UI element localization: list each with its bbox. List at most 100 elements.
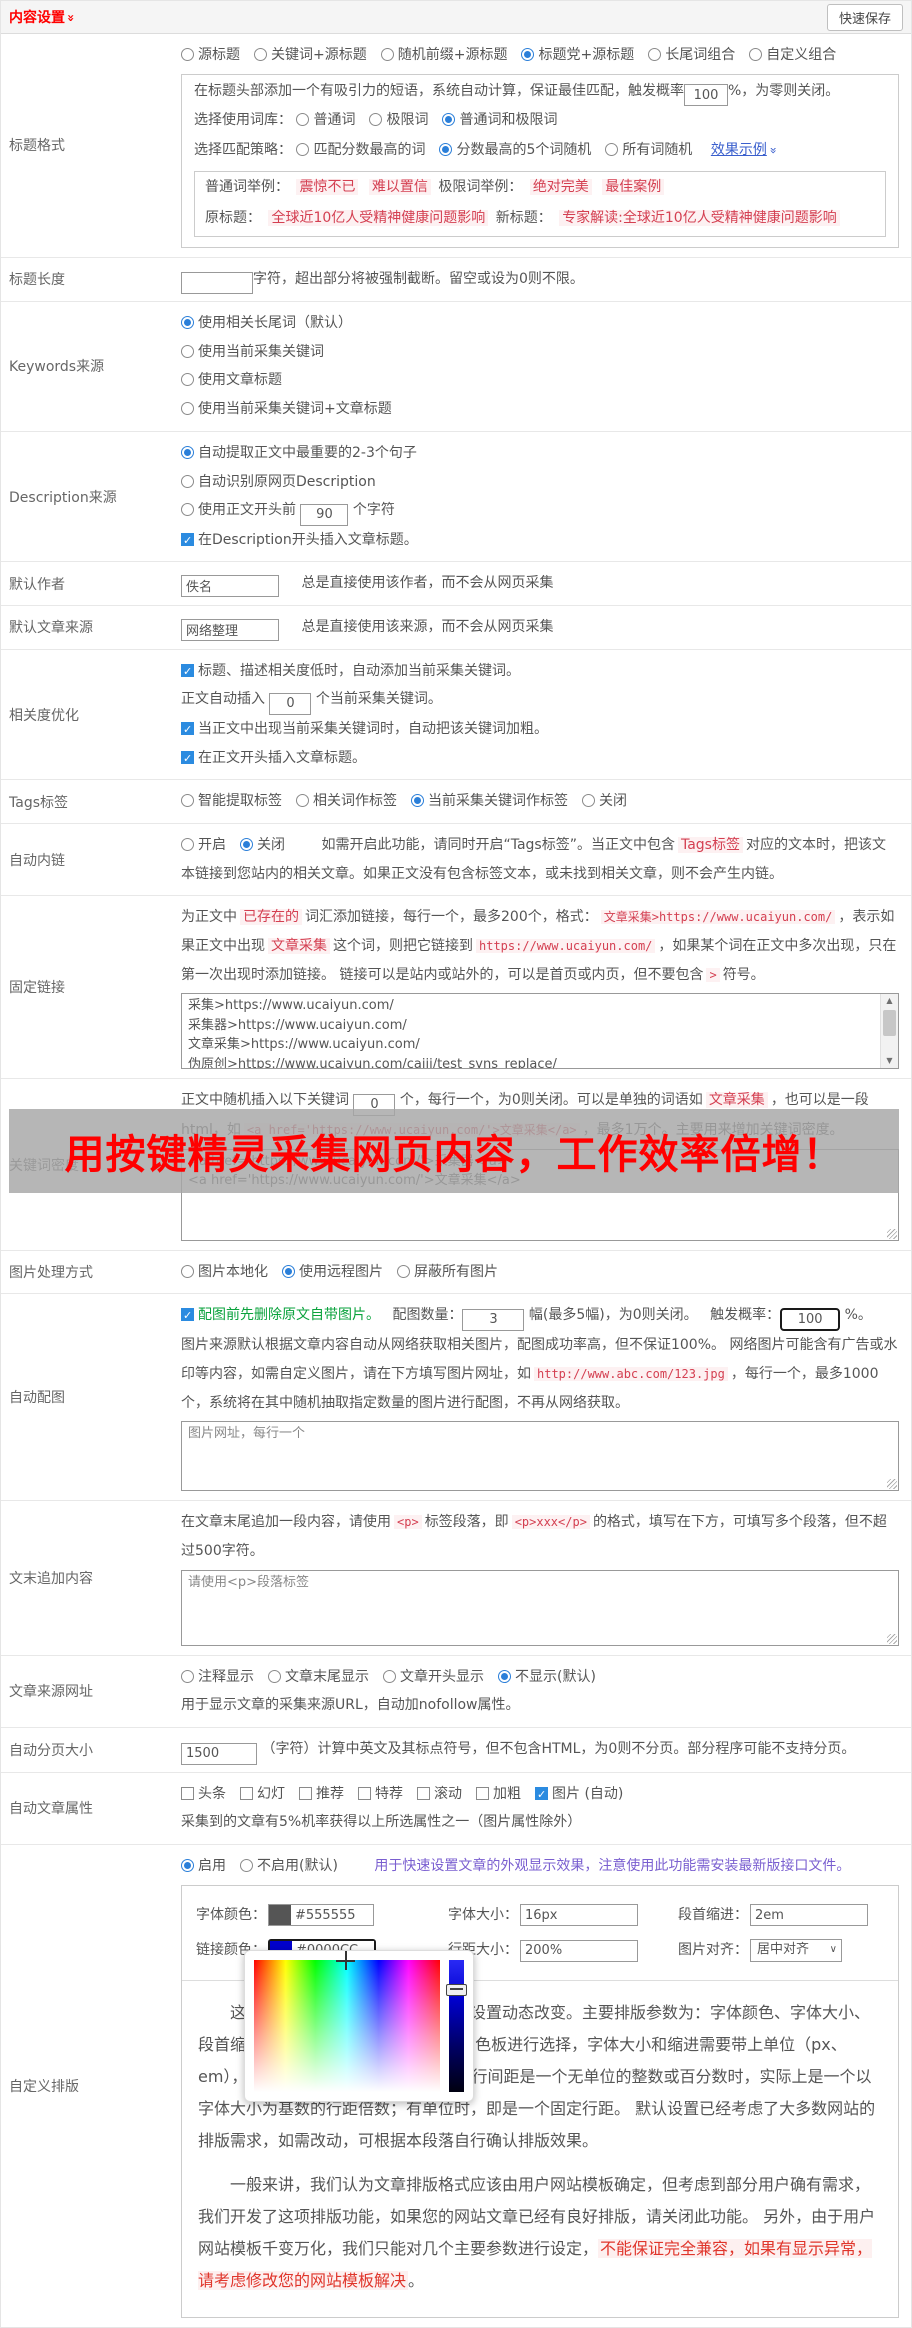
radio-checked-icon[interactable]	[498, 1669, 511, 1683]
checkbox-unchecked-icon[interactable]	[476, 1786, 489, 1800]
checkbox-checked-icon[interactable]	[181, 1305, 194, 1328]
line-height-input[interactable]	[520, 1939, 638, 1962]
scroll-down-icon[interactable]: ▼	[886, 1054, 892, 1068]
checkbox-unchecked-icon[interactable]	[417, 1786, 430, 1800]
radio-checked-icon[interactable]	[282, 1264, 295, 1278]
checkbox-option[interactable]: 推荐	[299, 1786, 344, 1802]
radio-unchecked-icon[interactable]	[380, 48, 394, 61]
radio-option[interactable]: 图片本地化	[181, 1264, 268, 1280]
checkbox-option[interactable]: 特荐	[358, 1786, 403, 1802]
radio-option[interactable]: 注释显示	[181, 1669, 254, 1685]
radio-unchecked-icon[interactable]	[369, 113, 383, 127]
image-urls-textarea[interactable]	[181, 1421, 899, 1492]
description-option-2[interactable]: 自动识别原网页Description	[181, 468, 899, 497]
radio-unchecked-icon[interactable]	[268, 1669, 281, 1683]
checkbox-unchecked-icon[interactable]	[358, 1786, 371, 1800]
radio-unchecked-icon[interactable]	[181, 1264, 194, 1278]
checkbox-option[interactable]: 图片 (自动)	[535, 1784, 623, 1806]
description-option-3[interactable]: 使用正文开头前 个字符	[181, 496, 899, 526]
radio-option[interactable]: 匹配分数最高的词	[296, 142, 425, 158]
textarea-scrollbar[interactable]: ▲ ▼	[880, 994, 898, 1069]
relevance-checkbox-1[interactable]: 标题、描述相关度低时，自动添加当前采集关键词。	[181, 657, 899, 686]
radio-option[interactable]: 文章开头显示	[383, 1669, 484, 1685]
description-option-1[interactable]: 自动提取正文中最重要的2-3个句子	[181, 439, 899, 468]
description-title-checkbox[interactable]: 在Description开头插入文章标题。	[181, 526, 899, 555]
radio-unchecked-icon[interactable]	[605, 142, 619, 156]
radio-option[interactable]: 关闭	[582, 793, 627, 809]
indent-input[interactable]	[750, 1904, 868, 1927]
radio-unchecked-icon[interactable]	[181, 794, 194, 808]
radio-option[interactable]: 分数最高的5个词随机	[439, 142, 591, 158]
description-chars-input[interactable]	[300, 503, 349, 526]
checkbox-unchecked-icon[interactable]	[240, 1786, 253, 1800]
checkbox-checked-icon[interactable]	[181, 661, 194, 683]
font-size-input[interactable]	[520, 1904, 638, 1927]
default-source-input[interactable]	[181, 618, 279, 641]
radio-option[interactable]: 使用文章标题	[181, 366, 899, 395]
radio-option[interactable]: 文章末尾显示	[268, 1669, 369, 1685]
checkbox-checked-icon[interactable]	[181, 748, 194, 770]
radio-option[interactable]: 关闭	[240, 837, 285, 853]
color-picker-crosshair-icon[interactable]	[335, 1950, 355, 1970]
radio-unchecked-icon[interactable]	[296, 142, 310, 156]
resize-grip-icon[interactable]	[887, 1633, 897, 1644]
font-color-swatch[interactable]	[269, 1905, 291, 1926]
title-probability-input[interactable]	[684, 84, 728, 107]
default-author-input[interactable]	[181, 574, 279, 597]
image-prob-input[interactable]	[780, 1308, 841, 1332]
checkbox-option[interactable]: 滚动	[417, 1786, 462, 1802]
radio-option[interactable]: 使用远程图片	[282, 1264, 383, 1280]
slider-handle[interactable]	[446, 1983, 467, 1996]
scrollbar-thumb[interactable]	[883, 1010, 896, 1037]
radio-checked-icon[interactable]	[411, 794, 424, 808]
image-count-input[interactable]	[462, 1308, 525, 1331]
radio-checked-icon[interactable]	[181, 1859, 194, 1872]
radio-option[interactable]: 自定义组合	[749, 47, 836, 63]
radio-unchecked-icon[interactable]	[240, 1859, 253, 1872]
radio-option[interactable]: 普通词	[296, 112, 355, 128]
relevance-checkbox-2[interactable]: 当正文中出现当前采集关键词时，自动把该关键词加粗。	[181, 715, 899, 744]
radio-unchecked-icon[interactable]	[181, 1669, 194, 1683]
radio-unchecked-icon[interactable]	[254, 48, 267, 61]
checkbox-checked-icon[interactable]	[181, 719, 194, 741]
radio-unchecked-icon[interactable]	[383, 1669, 396, 1683]
radio-option[interactable]: 极限词	[369, 112, 428, 128]
page-size-input[interactable]	[181, 1742, 257, 1765]
radio-option[interactable]: 所有词随机	[605, 142, 692, 158]
fixed-links-textarea[interactable]: 采集>https://www.ucaiyun.com/ 采集器>https://…	[181, 993, 899, 1070]
radio-option[interactable]: 源标题	[181, 47, 240, 63]
radio-unchecked-icon[interactable]	[181, 838, 194, 851]
radio-option[interactable]: 智能提取标签	[181, 793, 282, 809]
radio-option[interactable]: 使用当前采集关键词+文章标题	[181, 395, 899, 424]
radio-checked-icon[interactable]	[442, 113, 456, 127]
radio-option[interactable]: 不显示(默认)	[498, 1669, 596, 1685]
append-content-textarea[interactable]	[181, 1569, 899, 1646]
color-picker-gradient[interactable]	[254, 1950, 440, 2092]
radio-unchecked-icon[interactable]	[181, 344, 194, 358]
radio-unchecked-icon[interactable]	[181, 48, 194, 61]
auto-image-checkbox[interactable]: 配图前先删除原文自带图片。	[181, 1305, 380, 1328]
radio-unchecked-icon[interactable]	[181, 503, 194, 517]
checkbox-option[interactable]: 幻灯	[240, 1786, 285, 1802]
radio-option[interactable]: 启用	[181, 1858, 226, 1874]
effect-demo-link[interactable]: 效果示例»	[711, 142, 780, 158]
radio-option[interactable]: 随机前缀+源标题	[380, 47, 507, 63]
radio-option[interactable]: 不启用(默认)	[240, 1858, 338, 1874]
radio-unchecked-icon[interactable]	[181, 474, 194, 488]
radio-unchecked-icon[interactable]	[582, 794, 595, 808]
radio-unchecked-icon[interactable]	[181, 402, 194, 416]
radio-option[interactable]: 屏蔽所有图片	[397, 1264, 498, 1280]
radio-option[interactable]: 关键词+源标题	[254, 47, 367, 63]
radio-checked-icon[interactable]	[181, 445, 194, 459]
radio-unchecked-icon[interactable]	[397, 1264, 410, 1278]
radio-checked-icon[interactable]	[521, 48, 535, 61]
image-align-select[interactable]: 居中对齐 ∨	[750, 1939, 842, 1963]
radio-unchecked-icon[interactable]	[296, 113, 310, 127]
resize-grip-icon[interactable]	[887, 1479, 897, 1490]
radio-unchecked-icon[interactable]	[648, 48, 662, 61]
radio-option[interactable]: 标题党+源标题	[521, 47, 634, 63]
radio-checked-icon[interactable]	[240, 838, 253, 851]
checkbox-option[interactable]: 加粗	[476, 1786, 521, 1802]
radio-unchecked-icon[interactable]	[181, 373, 194, 387]
scroll-up-icon[interactable]: ▲	[886, 994, 892, 1008]
